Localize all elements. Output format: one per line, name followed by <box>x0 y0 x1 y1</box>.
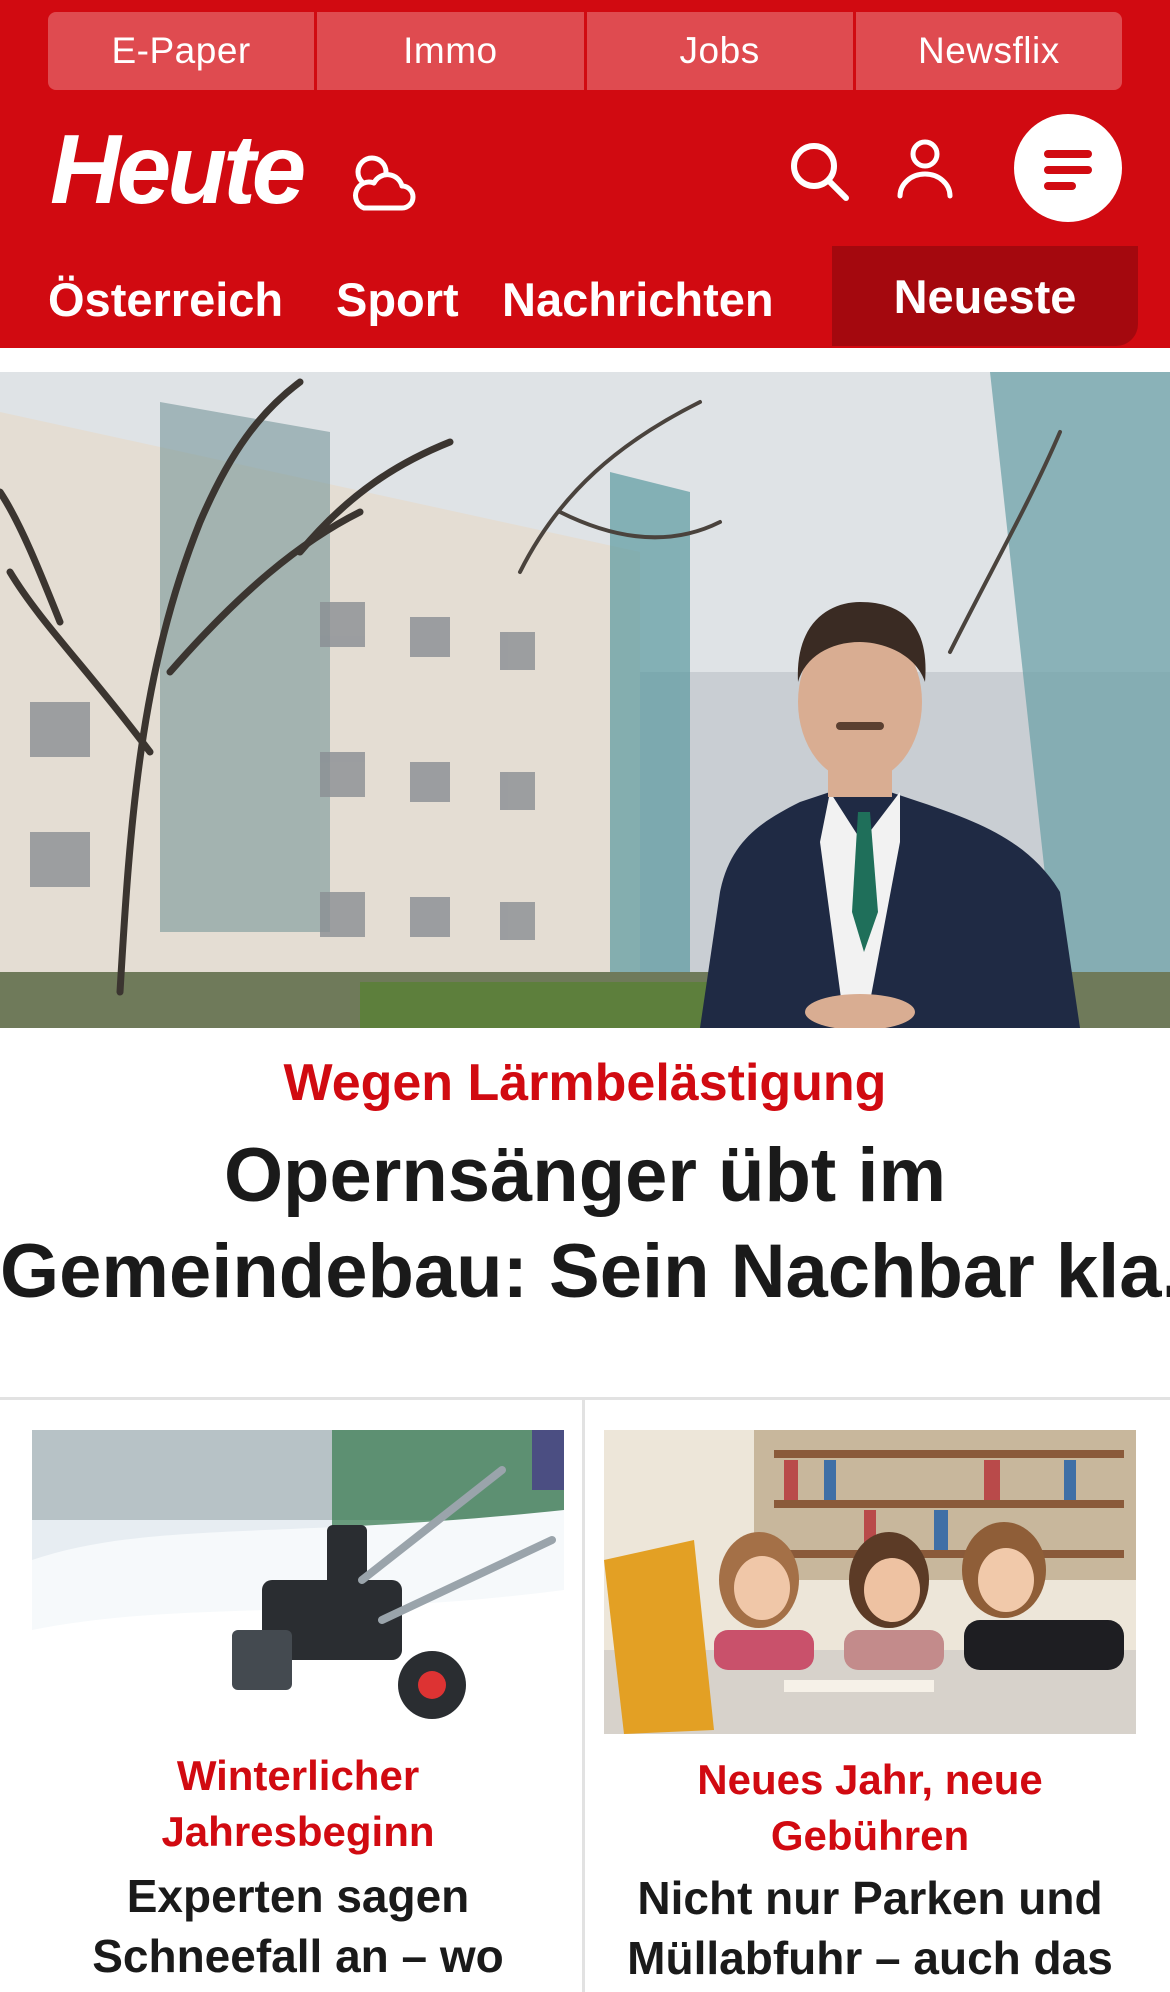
search-icon[interactable] <box>786 138 852 204</box>
site-logo[interactable]: Heute <box>50 120 306 218</box>
card-kicker-line: Jahresbeginn <box>161 1808 435 1855</box>
article-card[interactable]: Neues Jahr, neue Gebühren Nicht nur Park… <box>604 1430 1136 1992</box>
hero-kicker[interactable]: Wegen Lärmbelästigung <box>0 1053 1170 1113</box>
card-kicker-line: Gebühren <box>770 1812 970 1859</box>
nav-item-nachrichten[interactable]: Nachrichten <box>502 272 774 327</box>
card-kicker[interactable]: Winterlicher Jahresbeginn <box>32 1748 564 1860</box>
site-header: E-Paper Immo Jobs Newsflix Heute Österre… <box>0 0 1170 348</box>
card-title-line: Experten sagen <box>126 1870 470 1922</box>
utility-link-newsflix[interactable]: Newsflix <box>855 12 1122 90</box>
card-title-line: Müllabfuhr – auch das <box>627 1932 1113 1984</box>
hero-headline[interactable]: Opernsänger übt im Gemeindebau: Sein Nac… <box>0 1128 1170 1320</box>
section-nav: Österreich Sport Nachrichten Neueste <box>0 246 1170 348</box>
column-divider <box>582 1400 585 1992</box>
user-icon[interactable] <box>892 136 958 202</box>
card-title[interactable]: Experten sagen Schneefall an – wo <box>32 1866 564 1986</box>
card-kicker-line: Neues Jahr, neue <box>697 1756 1043 1803</box>
card-kicker-line: Winterlicher <box>176 1752 420 1799</box>
utility-link-jobs[interactable]: Jobs <box>586 12 853 90</box>
utility-bar: E-Paper Immo Jobs Newsflix <box>48 12 1122 90</box>
hero-headline-line: Gemeindebau: Sein Nachbar kla... <box>0 1229 1170 1314</box>
card-title-line: Schneefall an – wo <box>92 1930 504 1982</box>
article-image-snowblower[interactable] <box>32 1430 564 1730</box>
menu-button[interactable] <box>1014 114 1122 222</box>
card-title-line: Nicht nur Parken und <box>637 1872 1103 1924</box>
utility-link-epaper[interactable]: E-Paper <box>48 12 315 90</box>
article-card[interactable]: Winterlicher Jahresbeginn Experten sagen… <box>32 1430 564 1992</box>
card-kicker[interactable]: Neues Jahr, neue Gebühren <box>604 1752 1136 1864</box>
nav-item-neueste[interactable]: Neueste <box>832 246 1138 346</box>
card-title[interactable]: Nicht nur Parken und Müllabfuhr – auch d… <box>604 1868 1136 1988</box>
article-image-children-reading[interactable] <box>604 1430 1136 1734</box>
nav-item-oesterreich[interactable]: Österreich <box>48 272 283 327</box>
hero-headline-line: Opernsänger übt im <box>223 1133 947 1218</box>
utility-link-immo[interactable]: Immo <box>317 12 584 90</box>
weather-icon[interactable] <box>346 146 420 220</box>
hero-image[interactable] <box>0 372 1170 1028</box>
nav-item-sport[interactable]: Sport <box>336 272 459 327</box>
section-divider <box>0 1397 1170 1400</box>
